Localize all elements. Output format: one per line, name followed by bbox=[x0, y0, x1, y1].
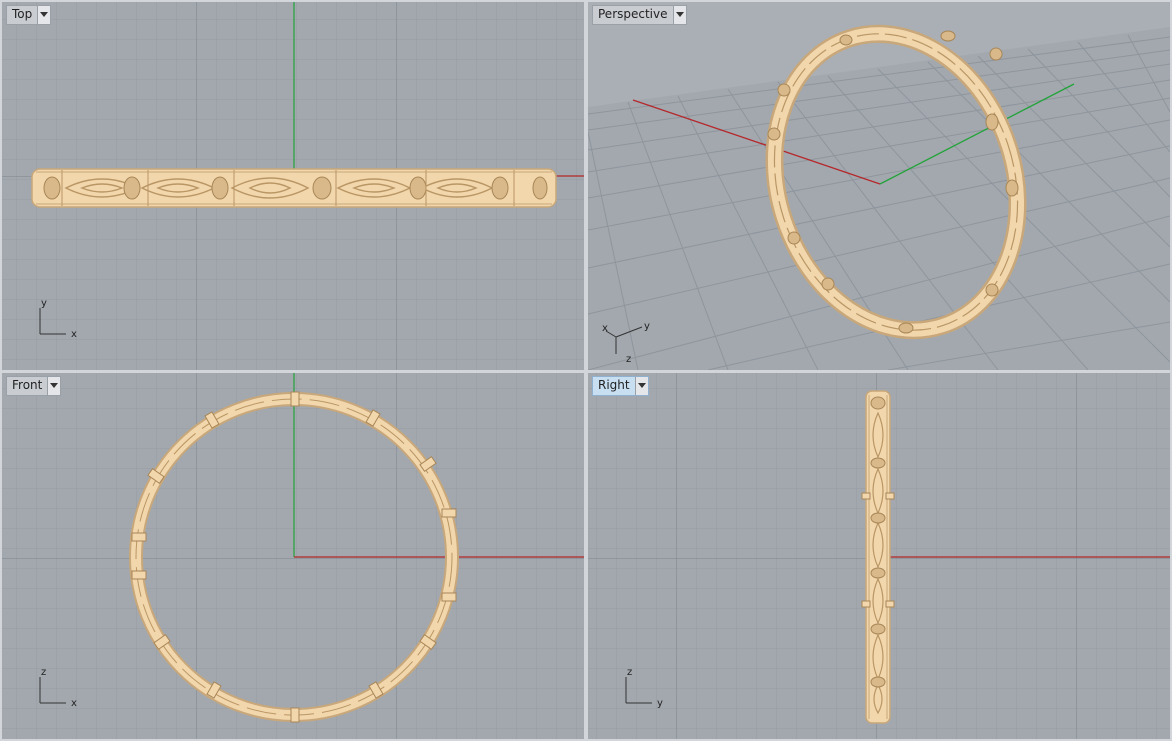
viewport-top[interactable]: x y Top bbox=[2, 2, 584, 370]
axis-label-b: y bbox=[644, 321, 650, 332]
top-view-canvas[interactable]: x y bbox=[2, 2, 584, 370]
axis-label-h: x bbox=[71, 698, 77, 709]
viewport-perspective[interactable]: x y z Perspective bbox=[588, 2, 1170, 370]
viewport-title-top[interactable]: Top bbox=[6, 5, 52, 25]
front-view-canvas[interactable]: x z bbox=[2, 373, 584, 739]
axis-label-c: z bbox=[626, 354, 631, 365]
axis-label-h: x bbox=[71, 329, 77, 340]
axis-label-v: z bbox=[41, 667, 46, 678]
viewport-name: Top bbox=[12, 7, 33, 21]
axis-label-v: z bbox=[627, 667, 632, 678]
ring-model-top[interactable] bbox=[31, 168, 557, 208]
dropdown-arrow-icon[interactable] bbox=[672, 6, 686, 24]
perspective-view-canvas[interactable]: x y z bbox=[588, 2, 1170, 370]
dropdown-arrow-icon[interactable] bbox=[634, 377, 648, 395]
viewport-name: Right bbox=[598, 378, 630, 392]
axis-label-h: y bbox=[657, 698, 663, 709]
viewport-title-right[interactable]: Right bbox=[592, 376, 649, 396]
dropdown-arrow-icon[interactable] bbox=[37, 6, 51, 24]
right-view-canvas[interactable]: y z bbox=[588, 373, 1170, 739]
viewport-title-perspective[interactable]: Perspective bbox=[592, 5, 687, 25]
grid-major bbox=[2, 373, 584, 739]
ring-model-right[interactable] bbox=[861, 390, 895, 724]
viewport-title-front[interactable]: Front bbox=[6, 376, 62, 396]
viewport-name: Perspective bbox=[598, 7, 668, 21]
viewport-right[interactable]: y z Right bbox=[588, 373, 1170, 739]
dropdown-arrow-icon[interactable] bbox=[47, 377, 61, 395]
viewport-front[interactable]: x z Front bbox=[2, 373, 584, 739]
viewport-name: Front bbox=[12, 378, 43, 392]
axis-label-v: y bbox=[41, 298, 47, 309]
axis-label-a: x bbox=[602, 323, 608, 334]
